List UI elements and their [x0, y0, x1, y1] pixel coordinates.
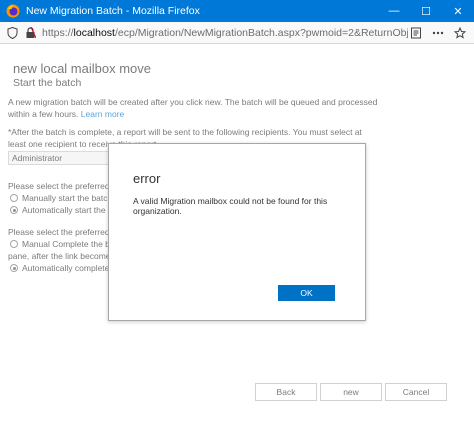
page-content: new local mailbox move Start the batch A…: [0, 44, 474, 421]
firefox-icon: [6, 4, 20, 18]
window-title: New Migration Batch - Mozilla Firefox: [26, 5, 200, 17]
dialog-message: A valid Migration mailbox could not be f…: [133, 196, 328, 216]
window-titlebar: New Migration Batch - Mozilla Firefox — …: [0, 0, 474, 22]
minimize-button[interactable]: —: [378, 0, 410, 22]
url-text[interactable]: https://localhost/ecp/Migration/NewMigra…: [42, 27, 408, 39]
maximize-button[interactable]: ☐: [410, 0, 442, 22]
url-path: /ecp/Migration/NewMigrationBatch.aspx?pw…: [114, 26, 408, 39]
url-scheme: https://: [42, 26, 74, 39]
error-dialog: error A valid Migration mailbox could no…: [108, 143, 366, 321]
ok-button[interactable]: OK: [278, 285, 335, 301]
tracking-shield-icon[interactable]: [6, 26, 18, 39]
close-window-button[interactable]: ✕: [442, 0, 474, 22]
dialog-title: error: [133, 171, 161, 186]
lock-icon[interactable]: [24, 26, 36, 39]
more-actions-icon[interactable]: [430, 25, 446, 41]
address-bar[interactable]: https://localhost/ecp/Migration/NewMigra…: [0, 22, 474, 44]
bookmark-star-icon[interactable]: [452, 25, 468, 41]
url-host: localhost: [73, 26, 115, 39]
reader-view-icon[interactable]: [408, 25, 424, 41]
